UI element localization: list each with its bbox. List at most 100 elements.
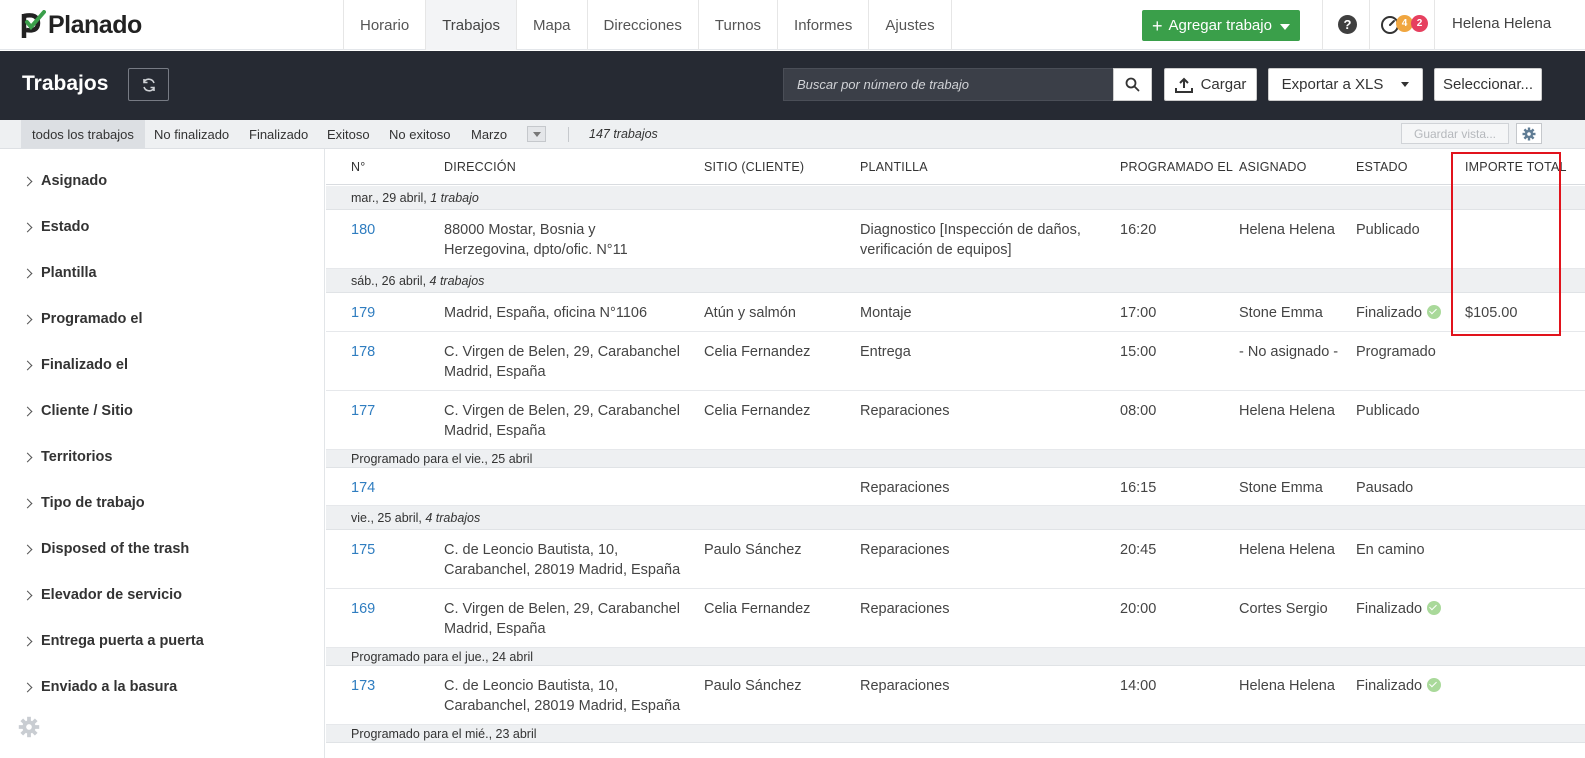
filter-successful[interactable]: Exitoso <box>316 120 381 148</box>
nav-tab-informes[interactable]: Informes <box>778 0 870 50</box>
table-row[interactable]: 173 C. de Leoncio Bautista, 10, Carabanch… <box>326 666 1585 725</box>
date-group-header: Programado para el vie., 25 abril <box>326 450 1585 468</box>
address-line: 88000 Mostar, Bosnia y <box>444 222 596 238</box>
check-circle-icon <box>1427 305 1442 319</box>
table-row[interactable]: 175 C. de Leoncio Bautista, 10, Carabanch… <box>326 530 1585 589</box>
sidebar-item-disposed-of-the-trash[interactable]: Disposed of the trash <box>22 539 189 559</box>
user-menu[interactable]: Helena Helena <box>1452 15 1551 32</box>
filter-unsuccessful[interactable]: No exitoso <box>378 120 461 148</box>
job-number-link[interactable]: 173 <box>351 676 375 696</box>
column-header-number[interactable]: N° <box>351 160 365 174</box>
address-cell: 88000 Mostar, Bosnia y Herzegovina, dpto/… <box>444 220 628 260</box>
nav-tab-horario[interactable]: Horario <box>344 0 427 50</box>
table-row[interactable]: 169 C. Virgen de Belen, 29, Carabanchel M… <box>326 589 1585 648</box>
table-row[interactable]: 179 Madrid, España, oficina N°1106 Atún … <box>326 293 1585 332</box>
export-xls-button[interactable]: Exportar a XLS <box>1268 68 1423 101</box>
help-icon[interactable]: ? <box>1338 15 1357 34</box>
chevron-down-icon <box>1401 82 1410 87</box>
filter-not-finished[interactable]: No finalizado <box>143 120 240 148</box>
gear-icon <box>1522 127 1536 140</box>
nav-tab-ajustes[interactable]: Ajustes <box>869 0 952 50</box>
sidebar-item-label: Elevador de servicio <box>41 587 183 603</box>
job-number-link[interactable]: 169 <box>351 599 375 619</box>
search-input[interactable] <box>783 68 1113 101</box>
date-group-header: Programado para el jue., 24 abril <box>326 648 1585 666</box>
save-view-button[interactable]: Guardar vista... <box>1401 123 1509 144</box>
sidebar-item-elevador-de-servicio[interactable]: Elevador de servicio <box>22 585 182 605</box>
sidebar-item-finalizado-el[interactable]: Finalizado el <box>22 355 128 375</box>
site-cell: Celia Fernandez <box>704 344 811 360</box>
column-header-total-amount[interactable]: IMPORTE TOTAL <box>1465 160 1567 174</box>
column-header-assignee[interactable]: ASIGNADO <box>1239 160 1307 174</box>
upload-button[interactable]: Cargar <box>1164 68 1257 101</box>
table-settings-button[interactable] <box>1516 123 1542 144</box>
column-header-address[interactable]: DIRECCIÓN <box>444 160 516 174</box>
sidebar-item-territorios[interactable]: Territorios <box>22 447 112 467</box>
plus-icon: + <box>1152 15 1163 36</box>
address-line: Carabanchel, 28019 Madrid, España <box>444 562 681 578</box>
sidebar-settings-gear-icon[interactable] <box>18 716 40 738</box>
table-row[interactable]: 177 C. Virgen de Belen, 29, Carabanchel M… <box>326 391 1585 450</box>
date-group-header: Programado para el mié., 23 abril <box>326 725 1585 743</box>
status-cell: Publicado <box>1356 403 1420 419</box>
assignee-cell: Helena Helena <box>1239 542 1335 558</box>
jobs-table: N° DIRECCIÓN SITIO (CLIENTE) PLANTILLA P… <box>326 149 1585 758</box>
search-box <box>783 68 1152 101</box>
chevron-right-icon <box>22 268 33 278</box>
sidebar-item-plantilla[interactable]: Plantilla <box>22 263 97 283</box>
chevron-right-icon <box>22 590 33 600</box>
sidebar-item-tipo-de-trabajo[interactable]: Tipo de trabajo <box>22 493 145 513</box>
column-header-site[interactable]: SITIO (CLIENTE) <box>704 160 804 174</box>
status-text: Finalizado <box>1356 678 1423 694</box>
filter-finished[interactable]: Finalizado <box>238 120 319 148</box>
column-header-status[interactable]: ESTADO <box>1356 160 1408 174</box>
sidebar-item-estado[interactable]: Estado <box>22 217 89 237</box>
template-cell: Diagnostico [Inspección de daños, verific… <box>860 220 1081 260</box>
sidebar-item-asignado[interactable]: Asignado <box>22 171 107 191</box>
table-row[interactable]: 178 C. Virgen de Belen, 29, Carabanchel M… <box>326 332 1585 391</box>
site-cell: Celia Fernandez <box>704 601 811 617</box>
sidebar-item-enviado-a-la-basura[interactable]: Enviado a la basura <box>22 677 177 697</box>
sidebar-item-cliente-sitio[interactable]: Cliente / Sitio <box>22 401 133 421</box>
search-button[interactable] <box>1113 68 1152 101</box>
alert-count-badge: 2 <box>1411 15 1428 32</box>
sidebar-item-entrega-puerta-a-puerta[interactable]: Entrega puerta a puerta <box>22 631 204 651</box>
table-row[interactable]: 174 Reparaciones 16:15 Stone Emma Pausad… <box>326 468 1585 506</box>
nav-tab-turnos[interactable]: Turnos <box>699 0 779 50</box>
address-line: Madrid, España <box>444 621 546 637</box>
check-circle-icon <box>1427 678 1442 692</box>
template-cell: Reparaciones <box>860 678 950 694</box>
job-number-link[interactable]: 175 <box>351 540 375 560</box>
page-title: Trabajos <box>22 72 109 95</box>
top-navigation: Planado Horario Trabajos Mapa Direccione… <box>0 0 1585 50</box>
nav-tab-direcciones[interactable]: Direcciones <box>588 0 699 50</box>
select-button[interactable]: Seleccionar... <box>1434 68 1542 101</box>
upload-icon <box>1174 77 1193 93</box>
logo[interactable]: Planado <box>20 10 142 40</box>
logo-text: Planado <box>48 10 142 39</box>
add-job-button[interactable]: + Agregar trabajo <box>1142 10 1300 41</box>
job-number-link[interactable]: 178 <box>351 342 375 362</box>
job-number-link[interactable]: 174 <box>351 478 375 498</box>
filter-march[interactable]: Marzo <box>460 120 518 148</box>
job-number-link[interactable]: 180 <box>351 220 375 240</box>
column-header-template[interactable]: PLANTILLA <box>860 160 928 174</box>
refresh-button[interactable] <box>128 68 169 101</box>
sidebar-item-label: Entrega puerta a puerta <box>41 633 204 649</box>
address-line: C. Virgen de Belen, 29, Carabanchel <box>444 344 680 360</box>
export-label: Exportar a XLS <box>1281 76 1384 93</box>
sidebar-item-programado-el[interactable]: Programado el <box>22 309 143 329</box>
address-line: C. de Leoncio Bautista, 10, <box>444 542 619 558</box>
job-number-link[interactable]: 179 <box>351 303 375 323</box>
group-date: vie., 25 abril, <box>351 511 422 525</box>
column-header-scheduled[interactable]: PROGRAMADO EL <box>1120 160 1233 174</box>
scheduled-time-cell: 08:00 <box>1120 403 1157 419</box>
more-filters-dropdown[interactable] <box>527 126 546 142</box>
sidebar-item-label: Programado el <box>41 311 143 327</box>
job-number-link[interactable]: 177 <box>351 401 375 421</box>
filter-all-jobs[interactable]: todos los trabajos <box>21 120 145 148</box>
nav-tab-trabajos[interactable]: Trabajos <box>426 0 517 50</box>
table-row[interactable]: 180 88000 Mostar, Bosnia y Herzegovina, d… <box>326 210 1585 269</box>
address-cell: C. de Leoncio Bautista, 10, Carabanchel, … <box>444 540 680 580</box>
nav-tab-mapa[interactable]: Mapa <box>517 0 588 50</box>
